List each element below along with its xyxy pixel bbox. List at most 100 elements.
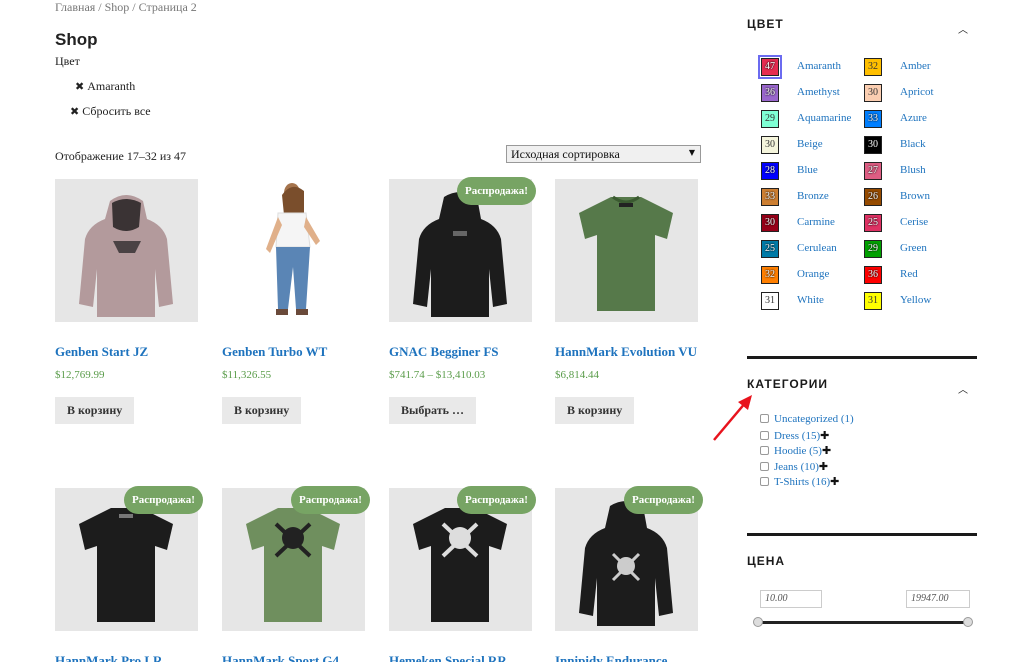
product-title[interactable]: Hemeken Special RR — [389, 651, 532, 662]
pink-hoodie-icon — [79, 195, 173, 317]
product-title[interactable]: HannMark Pro LR — [55, 651, 198, 662]
category-checkbox[interactable] — [760, 446, 769, 455]
color-name: Blue — [797, 164, 818, 176]
reset-all-filters[interactable]: ✖ Сбросить все — [70, 104, 151, 119]
sale-badge: Распродажа! — [457, 177, 536, 205]
category-checkbox[interactable] — [760, 430, 769, 440]
color-swatch: 25 — [864, 214, 882, 232]
sale-badge: Распродажа! — [457, 486, 536, 514]
dropdown-arrow-icon: ▼ — [688, 148, 695, 157]
product-title[interactable]: HannMark Evolution VU — [555, 342, 698, 362]
color-swatch: 33 — [761, 188, 779, 206]
color-swatch: 32 — [864, 58, 882, 76]
color-name: Blush — [900, 164, 926, 176]
product-card: GNAC Begginer FS $741.74 – $13,410.03 Вы… — [389, 179, 532, 424]
green-tshirt-icon — [579, 195, 673, 311]
category-label[interactable]: Uncategorized (1) — [774, 413, 854, 425]
sort-select[interactable]: Исходная сортировка ▼ — [506, 145, 701, 163]
product-title[interactable]: Genben Turbo WT — [222, 342, 365, 362]
price-widget-title: ЦЕНА — [747, 554, 786, 568]
category-label[interactable]: Hoodie (5) — [774, 445, 822, 457]
color-swatch: 36 — [761, 84, 779, 102]
product-price: $11,326.55 — [222, 369, 272, 381]
product-card: HannMark Pro LR — [55, 488, 198, 662]
product-card: Genben Turbo WT $11,326.55 В корзину — [222, 179, 365, 424]
color-swatch: 30 — [761, 214, 779, 232]
category-item[interactable]: T-Shirts (16)✚ — [760, 475, 839, 489]
color-swatch: 30 — [864, 136, 882, 154]
category-widget-title: КАТЕГОРИИ — [747, 377, 828, 391]
color-name: Apricot — [900, 86, 934, 98]
expand-plus-icon[interactable]: ✚ — [819, 460, 828, 473]
result-count: Отображение 17–32 из 47 — [55, 149, 186, 163]
add-to-cart-button[interactable]: В корзину — [222, 397, 302, 424]
red-arrow-icon — [713, 395, 752, 441]
product-card: Hemeken Special RR — [389, 488, 532, 662]
product-image[interactable] — [222, 179, 365, 322]
color-swatch: 33 — [864, 110, 882, 128]
category-label[interactable]: T-Shirts (16) — [774, 476, 830, 488]
product-title[interactable]: GNAC Begginer FS — [389, 342, 532, 362]
product-title[interactable]: HannMark Sport G4 — [222, 651, 365, 662]
page-title: Shop — [55, 30, 98, 49]
add-to-cart-button[interactable]: В корзину — [555, 397, 635, 424]
sale-badge: Распродажа! — [624, 486, 703, 514]
color-swatch: 25 — [761, 240, 779, 258]
color-name: Cerise — [900, 216, 929, 228]
product-price: $6,814.44 — [555, 369, 599, 381]
color-name: Black — [900, 138, 926, 150]
category-item[interactable]: Uncategorized (1) — [760, 413, 854, 427]
chevron-up-icon[interactable]: ︿ — [958, 21, 968, 36]
color-name: Bronze — [797, 190, 829, 202]
color-name: Cerulean — [797, 242, 837, 254]
category-item[interactable]: Hoodie (5)✚ — [760, 444, 831, 458]
color-swatch: 29 — [761, 110, 779, 128]
min-price-input[interactable]: 10.00 — [760, 590, 822, 608]
color-swatch: 30 — [761, 136, 779, 154]
close-icon: ✖ — [75, 80, 85, 93]
category-checkbox[interactable] — [760, 477, 769, 486]
product-card: HannMark Sport G4 — [222, 488, 365, 662]
color-name: Aquamarine — [797, 112, 852, 124]
expand-plus-icon[interactable]: ✚ — [820, 429, 829, 442]
color-name: Orange — [797, 268, 830, 280]
category-item[interactable]: Dress (15)✚ — [760, 429, 829, 443]
expand-plus-icon[interactable]: ✚ — [830, 475, 839, 488]
product-title[interactable]: Innipidy Endurance — [555, 651, 698, 662]
product-title[interactable]: Genben Start JZ — [55, 342, 198, 362]
color-swatch: 28 — [761, 162, 779, 180]
color-swatch: 27 — [864, 162, 882, 180]
category-label[interactable]: Jeans (10) — [774, 461, 819, 473]
select-options-button[interactable]: Выбрать … — [389, 397, 476, 424]
expand-plus-icon[interactable]: ✚ — [822, 444, 831, 457]
color-swatch: 26 — [864, 188, 882, 206]
product-price: $12,769.99 — [55, 369, 105, 381]
widget-divider — [747, 533, 977, 536]
product-image[interactable] — [55, 179, 198, 322]
min-price-handle[interactable] — [753, 617, 763, 627]
breadcrumb[interactable]: Главная / Shop / Страница 2 — [55, 0, 197, 15]
color-name: Red — [900, 268, 918, 280]
product-image[interactable] — [555, 179, 698, 322]
remove-filter-amaranth[interactable]: ✖ Amaranth — [75, 79, 135, 94]
category-checkbox[interactable] — [760, 461, 769, 471]
color-name: Amethyst — [797, 86, 840, 98]
color-swatch: 29 — [864, 240, 882, 258]
color-swatch: 36 — [864, 266, 882, 284]
price-slider-track[interactable] — [758, 621, 968, 624]
category-checkbox[interactable] — [760, 414, 769, 423]
sale-badge: Распродажа! — [124, 486, 203, 514]
chevron-up-icon[interactable]: ︿ — [958, 381, 968, 396]
category-item[interactable]: Jeans (10)✚ — [760, 460, 828, 474]
color-swatch: 30 — [864, 84, 882, 102]
woman-model-icon — [266, 183, 320, 315]
max-price-handle[interactable] — [963, 617, 973, 627]
product-price: $741.74 – $13,410.03 — [389, 369, 486, 381]
color-swatch: 47 — [758, 55, 782, 79]
color-name: Carmine — [797, 216, 835, 228]
sale-badge: Распродажа! — [291, 486, 370, 514]
max-price-input[interactable]: 19947.00 — [906, 590, 970, 608]
add-to-cart-button[interactable]: В корзину — [55, 397, 135, 424]
color-name: Beige — [797, 138, 823, 150]
category-label[interactable]: Dress (15) — [774, 430, 820, 442]
